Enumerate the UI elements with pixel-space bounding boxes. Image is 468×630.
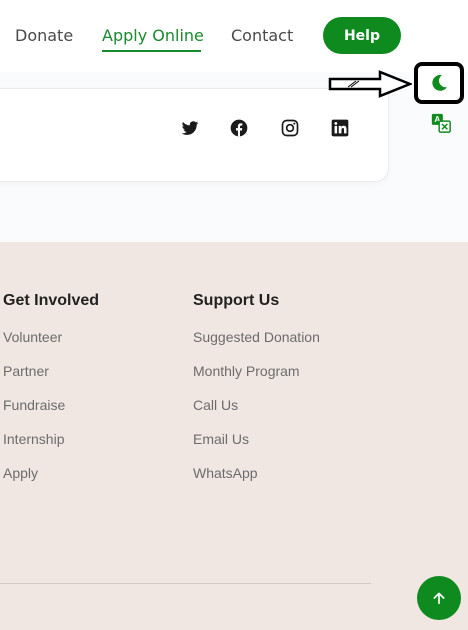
footer-link-call-us[interactable]: Call Us (193, 397, 238, 413)
nav-link-donate[interactable]: Donate (15, 26, 73, 45)
help-button[interactable]: Help (323, 17, 401, 54)
support-us-heading: Support Us (193, 292, 280, 309)
footer-link-monthly-program[interactable]: Monthly Program (193, 363, 300, 379)
footer-link-suggested-donation[interactable]: Suggested Donation (193, 329, 320, 345)
footer-link-internship[interactable]: Internship (3, 431, 64, 447)
footer-divider (0, 583, 371, 584)
footer-link-email-us[interactable]: Email Us (193, 431, 249, 447)
footer-link-whatsapp[interactable]: WhatsApp (193, 465, 258, 481)
twitter-icon[interactable] (180, 118, 200, 138)
dark-mode-toggle[interactable] (414, 62, 464, 104)
top-navigation: Donate Apply Online Contact Help (0, 0, 468, 72)
footer-link-apply[interactable]: Apply (3, 465, 38, 481)
instagram-icon[interactable] (280, 118, 300, 138)
moon-icon (432, 74, 447, 91)
translate-icon[interactable]: A (430, 112, 452, 134)
annotation-arrow (328, 70, 412, 98)
active-tab-underline (102, 50, 201, 52)
facebook-icon[interactable] (229, 118, 249, 138)
nav-link-apply-online[interactable]: Apply Online (102, 26, 204, 45)
arrow-up-icon (433, 592, 445, 605)
nav-link-contact[interactable]: Contact (231, 26, 293, 45)
linkedin-icon[interactable] (330, 118, 350, 138)
footer-link-fundraise[interactable]: Fundraise (3, 397, 65, 413)
footer-link-volunteer[interactable]: Volunteer (3, 329, 62, 345)
get-involved-heading: Get Involved (3, 292, 100, 309)
footer-link-partner[interactable]: Partner (3, 363, 49, 379)
back-to-top-button[interactable] (417, 576, 461, 620)
